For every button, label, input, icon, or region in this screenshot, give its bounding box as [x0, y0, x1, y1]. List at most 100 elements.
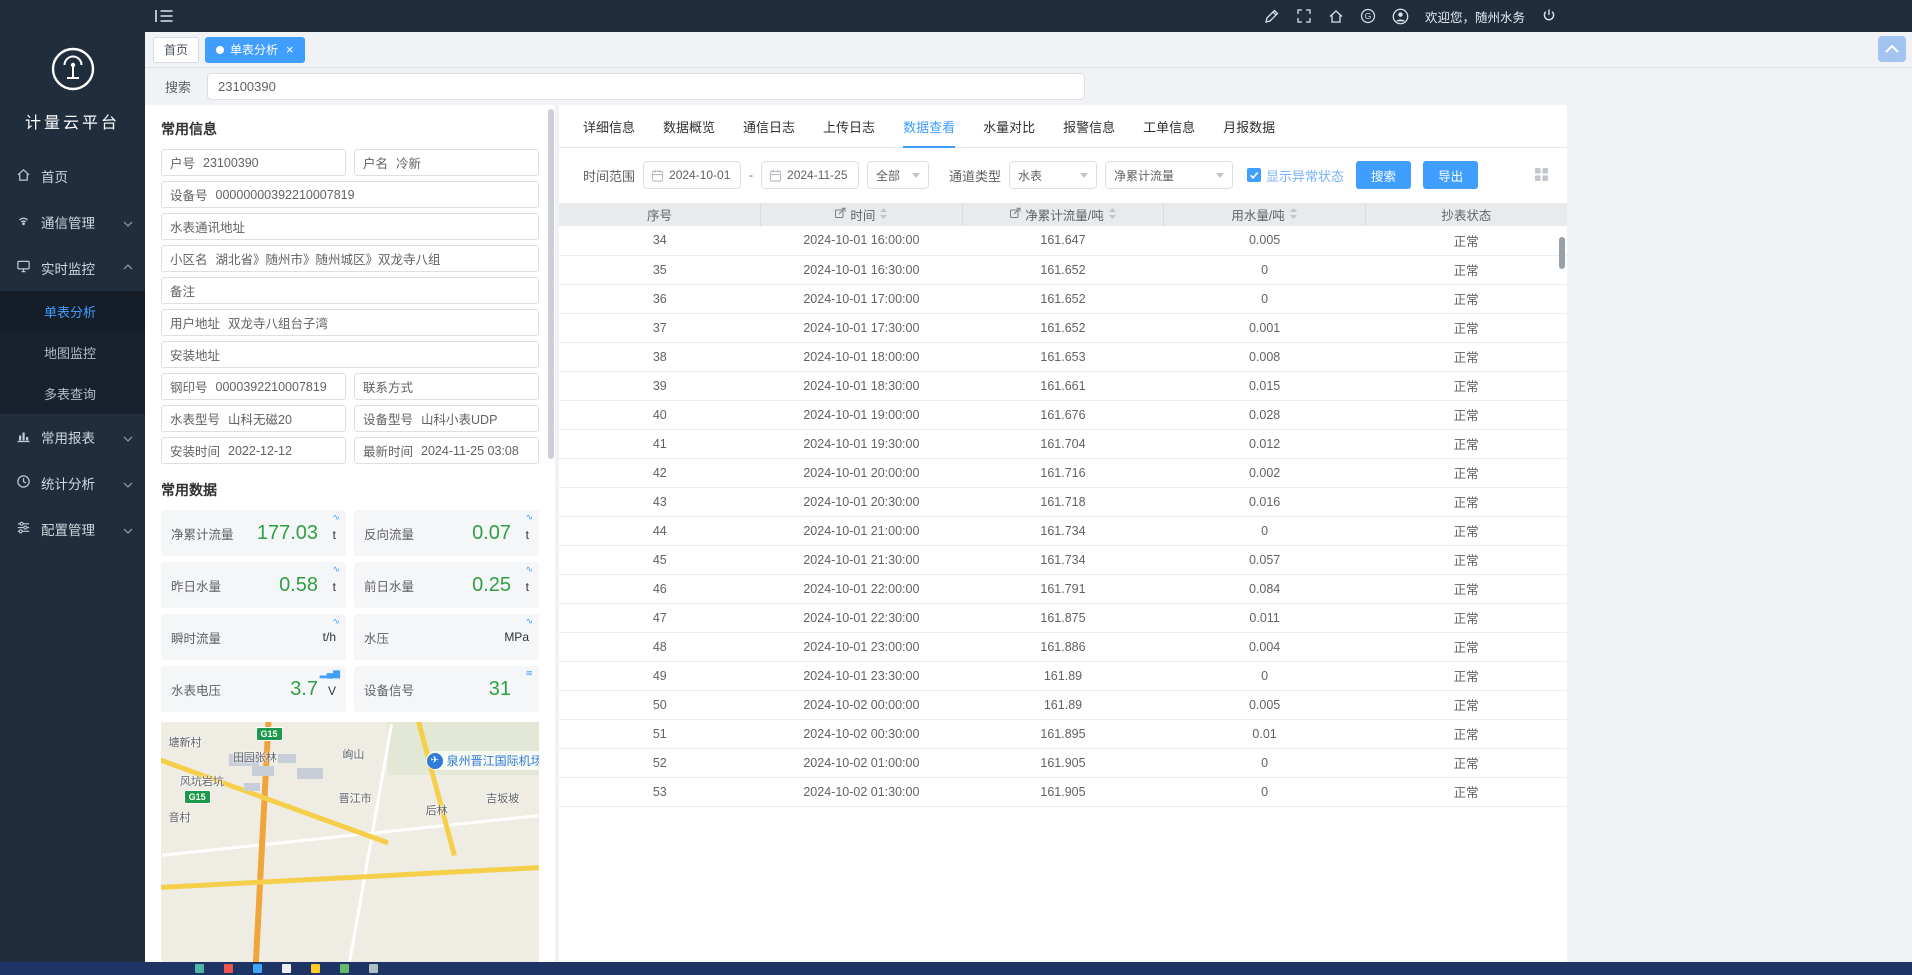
- info-field: 钢印号 0000392210007819: [161, 373, 346, 400]
- detail-tab[interactable]: 数据查看: [903, 117, 955, 148]
- detail-tab[interactable]: 工单信息: [1143, 117, 1195, 147]
- table-row[interactable]: 36 2024-10-01 17:00:00 161.652 0 正常: [559, 284, 1567, 313]
- hamburger-icon[interactable]: [155, 9, 173, 23]
- cell-usage: 0.057: [1164, 545, 1366, 574]
- stat-card: ∿ 昨日水量 0.58t: [161, 562, 346, 608]
- search-input[interactable]: [207, 73, 1085, 100]
- table-scrollbar[interactable]: [1559, 237, 1565, 269]
- trend-icon: ∿: [525, 512, 533, 522]
- sidebar-submenu: 单表分析 地图监控 多表查询: [0, 291, 145, 414]
- sidebar-item-reports[interactable]: 常用报表: [0, 414, 145, 460]
- info-field: 小区名 湖北省》随州市》随州城区》双龙寺八组: [161, 245, 539, 272]
- home-icon: [16, 167, 31, 185]
- table-row[interactable]: 37 2024-10-01 17:30:00 161.652 0.001 正常: [559, 313, 1567, 342]
- fullscreen-icon[interactable]: [1296, 8, 1312, 24]
- sidebar-item-multi-meter-query[interactable]: 多表查询: [0, 373, 145, 414]
- sort-icon[interactable]: [879, 207, 888, 223]
- col-header-time[interactable]: 时间: [761, 203, 963, 226]
- cell-time: 2024-10-01 19:00:00: [761, 400, 963, 429]
- taskbar-icon[interactable]: [224, 964, 233, 973]
- export-button[interactable]: 导出: [1423, 161, 1478, 189]
- os-taskbar[interactable]: [0, 962, 1912, 975]
- taskbar-icon[interactable]: [311, 964, 320, 973]
- detail-tab[interactable]: 详细信息: [583, 117, 635, 147]
- field-label: 户名: [363, 153, 388, 172]
- start-date-input[interactable]: 2024-10-01: [643, 161, 741, 189]
- taskbar-icon[interactable]: [369, 964, 378, 973]
- sort-icon[interactable]: [1108, 207, 1117, 223]
- stat-value: 3.7: [290, 678, 318, 701]
- cell-index: 49: [559, 661, 761, 690]
- detail-tab[interactable]: 水量对比: [983, 117, 1035, 147]
- detail-tab[interactable]: 报警信息: [1063, 117, 1115, 147]
- detail-tab[interactable]: 上传日志: [823, 117, 875, 147]
- table-row[interactable]: 53 2024-10-02 01:30:00 161.905 0 正常: [559, 777, 1567, 806]
- cell-usage: 0: [1164, 661, 1366, 690]
- detail-tab[interactable]: 通信日志: [743, 117, 795, 147]
- tag-single-meter-analysis[interactable]: 单表分析 ×: [205, 37, 305, 63]
- sidebar-item-map-monitor[interactable]: 地图监控: [0, 332, 145, 373]
- table-row[interactable]: 39 2024-10-01 18:30:00 161.661 0.015 正常: [559, 371, 1567, 400]
- sidebar-item-label: 地图监控: [44, 343, 96, 362]
- table-row[interactable]: 50 2024-10-02 00:00:00 161.89 0.005 正常: [559, 690, 1567, 719]
- table-row[interactable]: 41 2024-10-01 19:30:00 161.704 0.012 正常: [559, 429, 1567, 458]
- back-to-top-button[interactable]: [1878, 36, 1906, 62]
- taskbar-icon[interactable]: [195, 964, 204, 973]
- granularity-select[interactable]: 全部: [867, 161, 929, 189]
- table-row[interactable]: 38 2024-10-01 18:00:00 161.653 0.008 正常: [559, 342, 1567, 371]
- table-row[interactable]: 40 2024-10-01 19:00:00 161.676 0.028 正常: [559, 400, 1567, 429]
- home-icon[interactable]: [1328, 8, 1344, 24]
- sidebar-item-label: 单表分析: [44, 302, 96, 321]
- svg-text:G: G: [1365, 11, 1372, 21]
- sort-icon[interactable]: [1289, 207, 1298, 223]
- table-row[interactable]: 45 2024-10-01 21:30:00 161.734 0.057 正常: [559, 545, 1567, 574]
- taskbar-icon[interactable]: [340, 964, 349, 973]
- col-header-usage[interactable]: 用水量/吨: [1164, 203, 1366, 226]
- taskbar-icon[interactable]: [253, 964, 262, 973]
- sidebar-item-realtime-monitor[interactable]: 实时监控: [0, 245, 145, 291]
- table-row[interactable]: 46 2024-10-01 22:00:00 161.791 0.084 正常: [559, 574, 1567, 603]
- field-value: 23100390: [203, 156, 259, 170]
- cell-time: 2024-10-01 21:00:00: [761, 516, 963, 545]
- table-row[interactable]: 47 2024-10-01 22:30:00 161.875 0.011 正常: [559, 603, 1567, 632]
- cell-usage: 0.01: [1164, 719, 1366, 748]
- left-panel-scrollbar[interactable]: [548, 109, 554, 459]
- grid-icon[interactable]: [1534, 167, 1549, 182]
- cell-usage: 0.011: [1164, 603, 1366, 632]
- channel-select[interactable]: 水表: [1009, 161, 1097, 189]
- trend-icon: ∿: [525, 564, 533, 574]
- table-body: 34 2024-10-01 16:00:00 161.647 0.005 正常 …: [559, 226, 1567, 806]
- table-row[interactable]: 34 2024-10-01 16:00:00 161.647 0.005 正常: [559, 226, 1567, 255]
- table-row[interactable]: 49 2024-10-01 23:30:00 161.89 0 正常: [559, 661, 1567, 690]
- table-row[interactable]: 44 2024-10-01 21:00:00 161.734 0 正常: [559, 516, 1567, 545]
- sidebar-item-statistics[interactable]: 统计分析: [0, 460, 145, 506]
- search-button[interactable]: 搜索: [1356, 161, 1411, 189]
- sidebar-item-config[interactable]: 配置管理: [0, 506, 145, 552]
- show-abnormal-checkbox[interactable]: 显示异常状态: [1247, 166, 1344, 185]
- col-header-net-flow[interactable]: 净累计流量/吨: [962, 203, 1164, 226]
- sidebar-item-home[interactable]: 首页: [0, 153, 145, 199]
- sidebar-item-single-meter-analysis[interactable]: 单表分析: [0, 291, 145, 332]
- taskbar-icon[interactable]: [282, 964, 291, 973]
- edit-icon[interactable]: [1264, 8, 1280, 24]
- active-tag-dot: [216, 46, 224, 54]
- detail-tab[interactable]: 数据概览: [663, 117, 715, 147]
- sidebar-item-communication[interactable]: 通信管理: [0, 199, 145, 245]
- table-row[interactable]: 35 2024-10-01 16:30:00 161.652 0 正常: [559, 255, 1567, 284]
- end-date-input[interactable]: 2024-11-25: [761, 161, 859, 189]
- avatar-icon[interactable]: [1392, 8, 1409, 25]
- language-icon[interactable]: G: [1360, 8, 1376, 24]
- cell-status: 正常: [1365, 719, 1567, 748]
- table-row[interactable]: 42 2024-10-01 20:00:00 161.716 0.002 正常: [559, 458, 1567, 487]
- mini-map[interactable]: G15 G15 ✈ 泉州晋江国际机场 塘新村田园张林峋山风坑岩坑晋江市后林吉坂坡…: [161, 722, 539, 965]
- table-row[interactable]: 52 2024-10-02 01:00:00 161.905 0 正常: [559, 748, 1567, 777]
- stat-card: ∿ 净累计流量 177.03t: [161, 510, 346, 556]
- detail-tab[interactable]: 月报数据: [1223, 117, 1275, 147]
- power-icon[interactable]: [1541, 8, 1557, 24]
- metric-select[interactable]: 净累计流量: [1105, 161, 1233, 189]
- tag-home[interactable]: 首页: [153, 37, 199, 63]
- table-row[interactable]: 51 2024-10-02 00:30:00 161.895 0.01 正常: [559, 719, 1567, 748]
- table-row[interactable]: 48 2024-10-01 23:00:00 161.886 0.004 正常: [559, 632, 1567, 661]
- close-icon[interactable]: ×: [286, 42, 294, 57]
- table-row[interactable]: 43 2024-10-01 20:30:00 161.718 0.016 正常: [559, 487, 1567, 516]
